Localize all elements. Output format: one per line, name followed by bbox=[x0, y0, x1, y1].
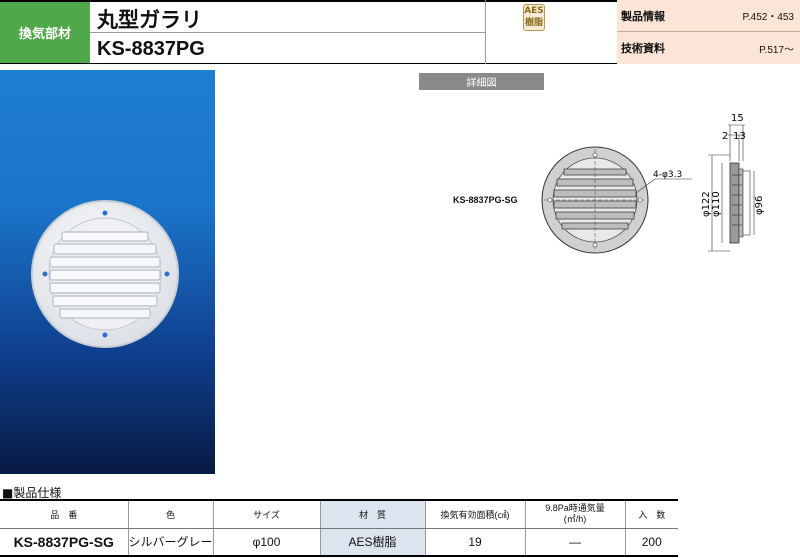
aes-badge-line2: 樹脂 bbox=[524, 18, 543, 28]
info-row-product[interactable]: 製品情報 P.452・453 bbox=[617, 0, 800, 32]
col-header-vent-area: 換気有効面積(㎠) bbox=[424, 499, 525, 529]
info-label: 製品情報 bbox=[621, 10, 665, 23]
cell-material: AES樹脂 bbox=[319, 528, 425, 557]
info-page-ref: P.452・453 bbox=[742, 12, 794, 23]
cell-quantity: 200 bbox=[624, 528, 678, 557]
header-top-rule bbox=[0, 0, 617, 2]
detail-drawing: 4-φ3.3 φ122 φ110 φ96 15 2 13 bbox=[440, 105, 800, 275]
dim-13-label: 13 bbox=[733, 131, 746, 142]
dim-96-label: φ96 bbox=[754, 196, 765, 215]
spec-table: 品 番 色 サイズ 材 質 換気有効面積(㎠) 9.8Pa時通気量 (㎥/h) … bbox=[0, 499, 678, 557]
dim-2-label: 2 bbox=[722, 131, 728, 142]
round-louver-image bbox=[31, 200, 179, 348]
col-header-airflow: 9.8Pa時通気量 (㎥/h) bbox=[524, 499, 625, 529]
col-header-part-no: 品 番 bbox=[0, 499, 128, 529]
col-header-quantity: 入 数 bbox=[624, 499, 678, 529]
col-header-size: サイズ bbox=[212, 499, 320, 529]
aes-badge-line1: AES bbox=[524, 6, 544, 16]
hole-dim-label: 4-φ3.3 bbox=[653, 170, 682, 180]
cell-airflow: ― bbox=[524, 528, 625, 557]
spec-header-row: 品 番 色 サイズ 材 質 換気有効面積(㎠) 9.8Pa時通気量 (㎥/h) … bbox=[0, 499, 678, 529]
category-label: 換気部材 bbox=[0, 0, 90, 64]
cell-part-no: KS-8837PG-SG bbox=[0, 528, 128, 557]
detail-drawing-tag: 詳細図 bbox=[419, 73, 544, 90]
product-photo bbox=[0, 70, 215, 474]
header-divider bbox=[485, 0, 486, 64]
col-header-color: 色 bbox=[127, 499, 213, 529]
aes-badge: AES 樹脂 bbox=[523, 4, 545, 31]
product-model: KS-8837PG bbox=[97, 38, 205, 60]
info-label: 技術資料 bbox=[621, 43, 665, 55]
col-header-material: 材 質 bbox=[319, 499, 425, 529]
cell-vent-area: 19 bbox=[424, 528, 525, 557]
info-page-ref: P.517～ bbox=[759, 44, 794, 56]
product-title: 丸型ガラリ bbox=[97, 8, 202, 32]
dim-15-label: 15 bbox=[731, 113, 744, 124]
cell-size: φ100 bbox=[212, 528, 320, 557]
page-header: 換気部材 丸型ガラリ KS-8837PG AES 樹脂 製品情報 P.452・4… bbox=[0, 0, 800, 64]
dim-110-label: φ110 bbox=[711, 191, 722, 217]
technical-drawing: 4-φ3.3 φ122 φ110 φ96 15 2 13 bbox=[541, 113, 765, 254]
info-row-technical[interactable]: 技術資料 P.517～ bbox=[617, 32, 800, 64]
info-box: 製品情報 P.452・453 技術資料 P.517～ bbox=[617, 0, 800, 64]
cell-color: シルバーグレー bbox=[127, 528, 213, 557]
table-row: KS-8837PG-SG シルバーグレー φ100 AES樹脂 19 ― 200 bbox=[0, 528, 678, 557]
